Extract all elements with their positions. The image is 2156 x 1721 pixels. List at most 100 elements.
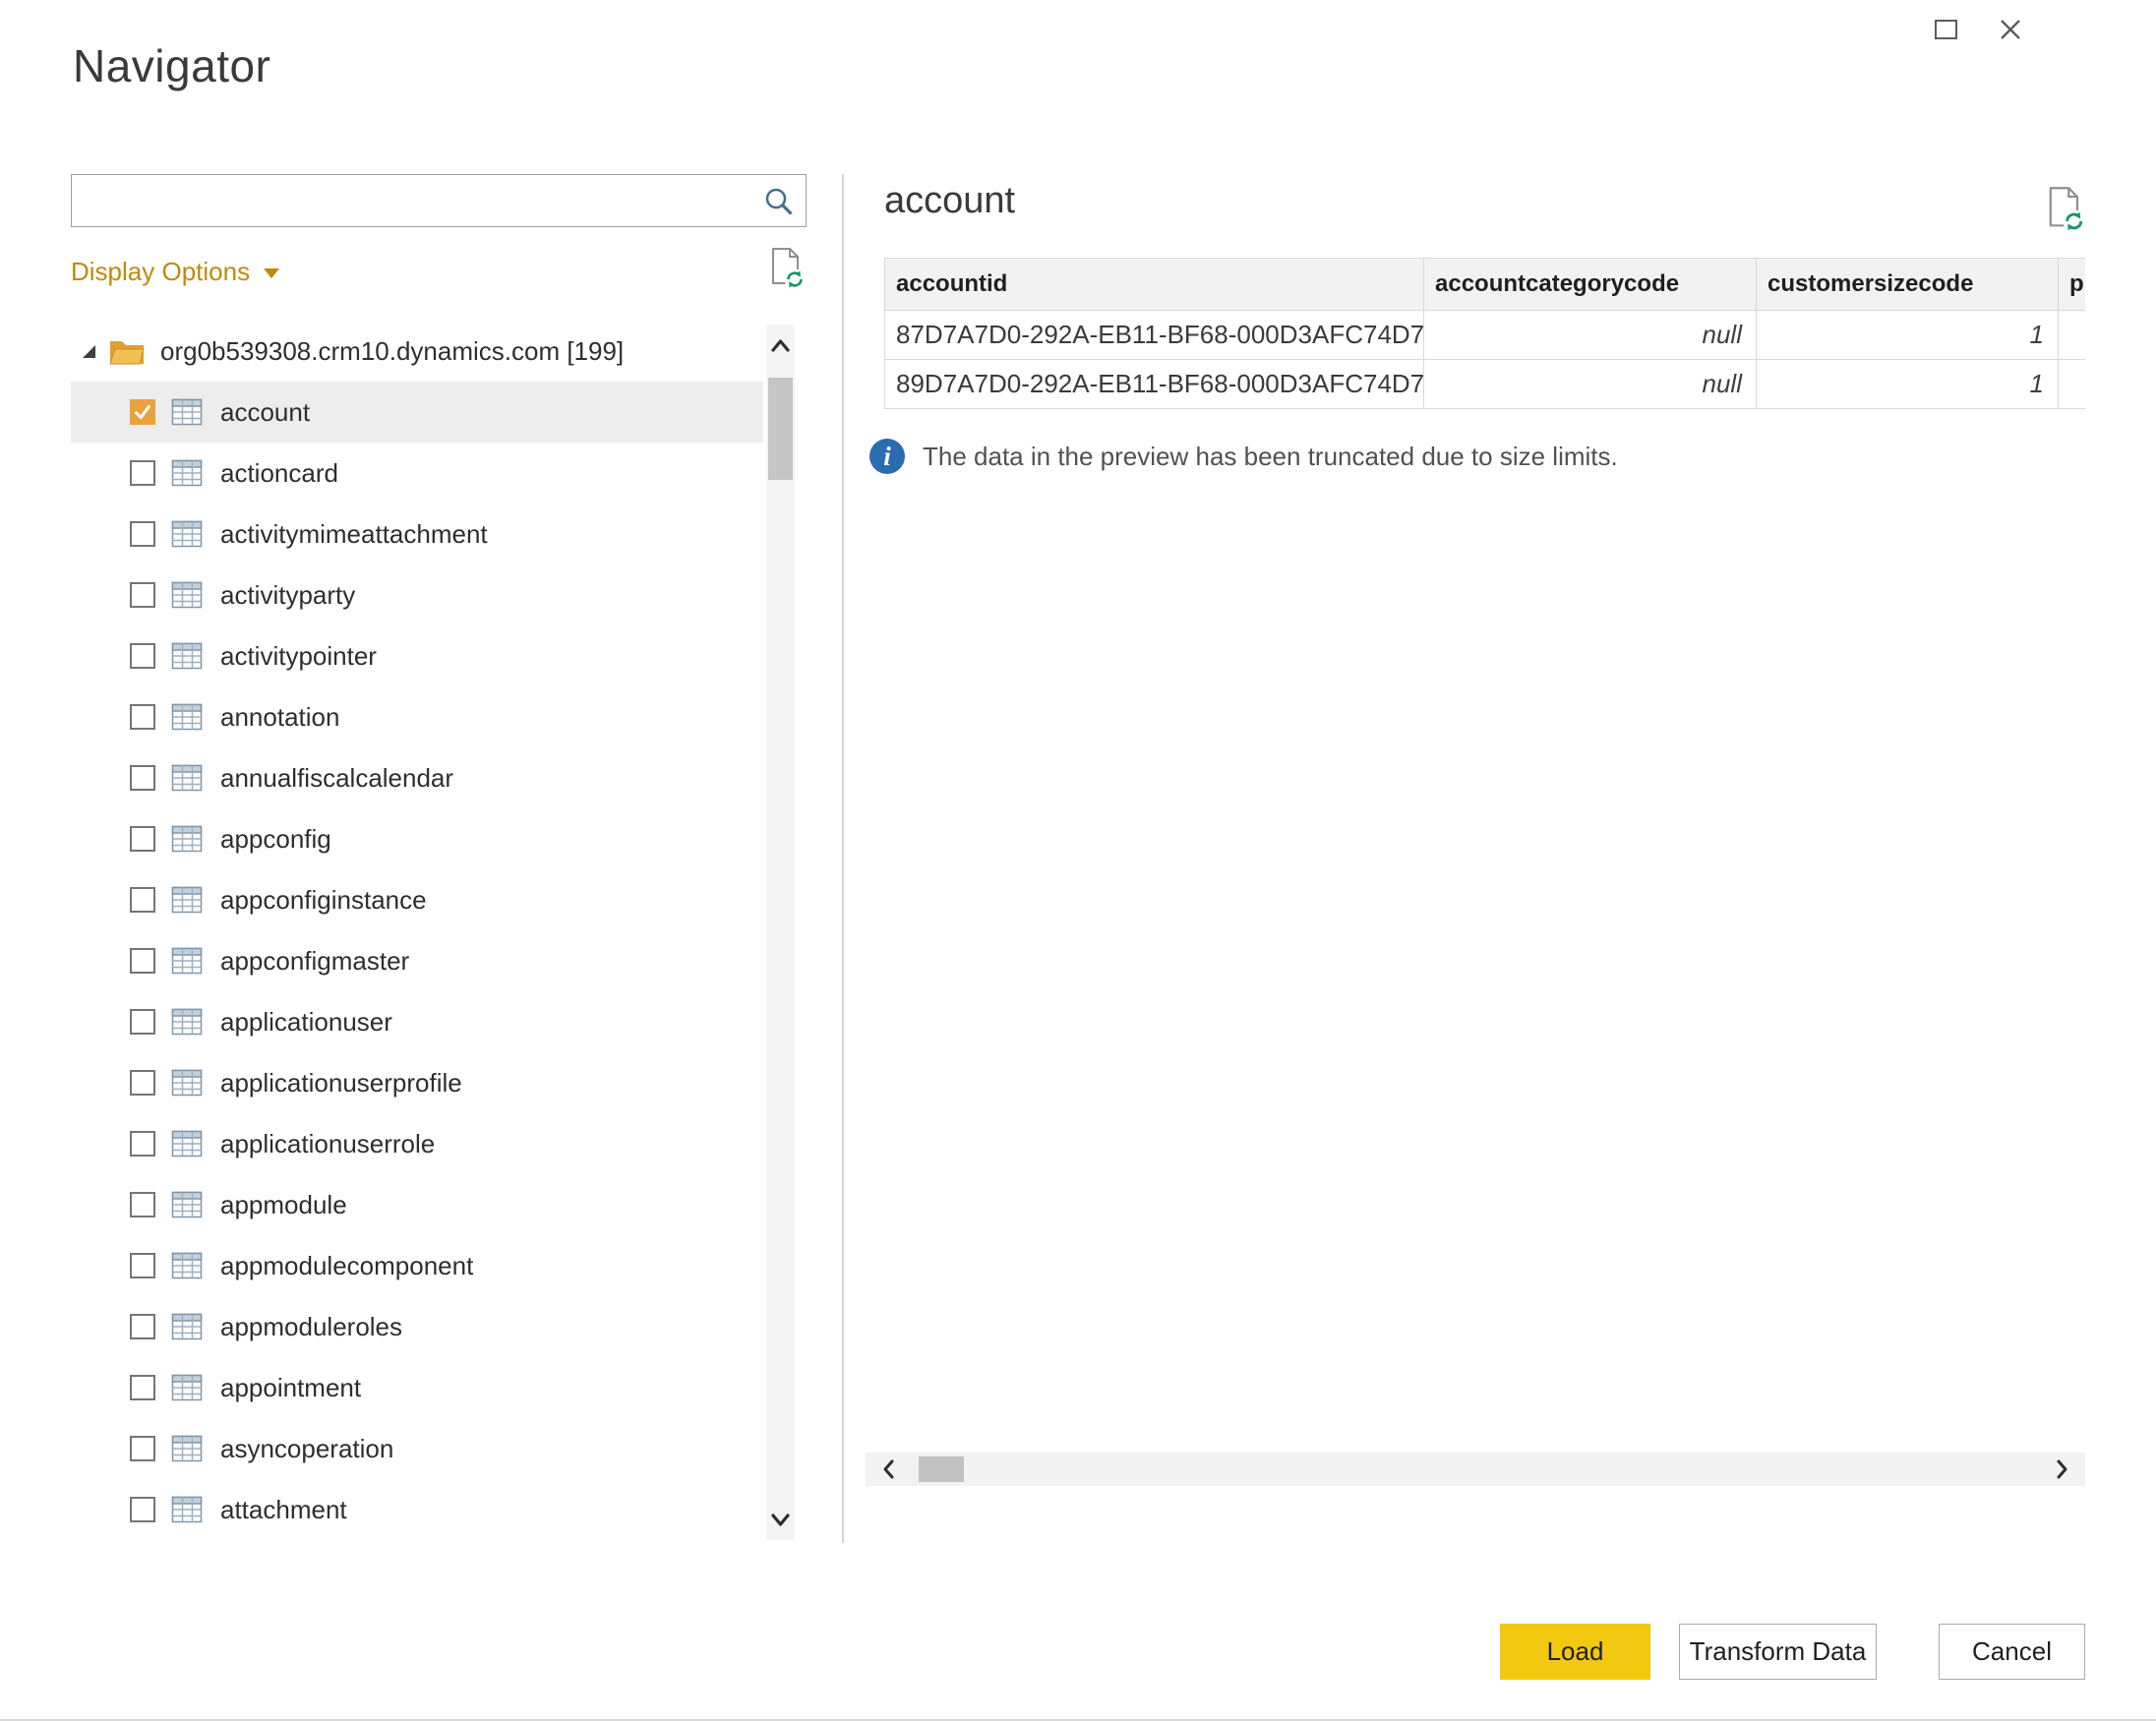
scroll-right-icon[interactable] bbox=[2044, 1453, 2079, 1486]
scroll-up-icon[interactable] bbox=[766, 326, 795, 364]
table-list-item-label: annotation bbox=[220, 701, 340, 732]
cancel-button[interactable]: Cancel bbox=[1939, 1624, 2085, 1680]
page-title: Navigator bbox=[73, 40, 271, 91]
table-list-item-appconfiginstance[interactable]: appconfiginstance bbox=[71, 869, 763, 930]
tree-root-label: org0b539308.crm10.dynamics.com [199] bbox=[160, 335, 625, 366]
table-list-item-applicationuser[interactable]: applicationuser bbox=[71, 991, 763, 1052]
collapse-triangle-icon[interactable] bbox=[83, 344, 95, 358]
table-list-item-label: activitymimeattachment bbox=[220, 518, 488, 549]
table-list-item-label: appmodulecomponent bbox=[220, 1250, 474, 1280]
table-list-item-appconfig[interactable]: appconfig bbox=[71, 808, 763, 869]
table-list-item-appmodule[interactable]: appmodule bbox=[71, 1174, 763, 1235]
refresh-list-button[interactable] bbox=[767, 246, 807, 294]
checkbox-annualfiscalcalendar[interactable] bbox=[130, 765, 155, 791]
scroll-left-icon[interactable] bbox=[871, 1453, 907, 1486]
table-list-item-applicationuserrole[interactable]: applicationuserrole bbox=[71, 1113, 763, 1174]
table-list-item-activityparty[interactable]: activityparty bbox=[71, 564, 763, 625]
table-icon bbox=[171, 398, 203, 426]
table-list-item-appmoduleroles[interactable]: appmoduleroles bbox=[71, 1296, 763, 1357]
tree-root-item[interactable]: org0b539308.crm10.dynamics.com [199] bbox=[71, 321, 763, 382]
refresh-document-icon bbox=[772, 248, 806, 290]
table-icon bbox=[171, 1313, 203, 1340]
preview-header-row: accountid accountcategorycode customersize… bbox=[884, 258, 2085, 311]
search-input[interactable] bbox=[72, 175, 774, 226]
refresh-preview-button[interactable] bbox=[2044, 185, 2087, 237]
table-list-item-annualfiscalcalendar[interactable]: annualfiscalcalendar bbox=[71, 747, 763, 808]
display-options-label: Display Options bbox=[71, 256, 251, 286]
table-list-item-activitypointer[interactable]: activitypointer bbox=[71, 625, 763, 686]
preview-scrollbar[interactable] bbox=[866, 1453, 2085, 1486]
tree-scrollbar-thumb[interactable] bbox=[768, 378, 793, 480]
table-icon bbox=[171, 642, 203, 670]
table-list-item-label: attachment bbox=[220, 1494, 347, 1524]
checkbox-actioncard[interactable] bbox=[130, 460, 155, 486]
refresh-document-icon bbox=[2049, 187, 2086, 233]
table-list-item-label: asyncoperation bbox=[220, 1433, 394, 1463]
table-list-item-label: appconfig bbox=[220, 823, 331, 854]
load-button[interactable]: Load bbox=[1500, 1624, 1650, 1680]
table-list: account actioncard activitymimeattachment a… bbox=[71, 382, 763, 1540]
preview-cell: 1 bbox=[1756, 310, 2059, 360]
table-list-item-label: activityparty bbox=[220, 579, 356, 610]
preview-cell: null bbox=[1423, 359, 1757, 409]
table-list-item-account[interactable]: account bbox=[71, 382, 763, 443]
checkbox-appconfiginstance[interactable] bbox=[130, 887, 155, 913]
checkbox-attachment[interactable] bbox=[130, 1497, 155, 1522]
table-list-item-label: actioncard bbox=[220, 457, 338, 488]
preview-cell: null bbox=[1423, 310, 1757, 360]
preview-row: 87D7A7D0-292A-EB11-BF68-000D3AFC74D7 null… bbox=[884, 310, 2085, 360]
table-icon bbox=[171, 1496, 203, 1523]
close-button[interactable] bbox=[1991, 10, 2030, 49]
table-list-item-appconfigmaster[interactable]: appconfigmaster bbox=[71, 930, 763, 991]
table-icon bbox=[171, 520, 203, 548]
chevron-down-icon bbox=[264, 268, 280, 278]
checkbox-applicationuserprofile[interactable] bbox=[130, 1070, 155, 1096]
table-list-item-applicationuserprofile[interactable]: applicationuserprofile bbox=[71, 1052, 763, 1113]
transform-data-button[interactable]: Transform Data bbox=[1679, 1624, 1877, 1680]
checkbox-appconfigmaster[interactable] bbox=[130, 948, 155, 974]
checkbox-asyncoperation[interactable] bbox=[130, 1436, 155, 1461]
checkbox-appmoduleroles[interactable] bbox=[130, 1314, 155, 1339]
preview-scrollbar-thumb[interactable] bbox=[919, 1456, 964, 1482]
table-list-item-label: activitypointer bbox=[220, 640, 377, 671]
table-list-item-annotation[interactable]: annotation bbox=[71, 686, 763, 747]
preview-column-header-pr: pr bbox=[2058, 258, 2085, 311]
checkbox-appconfig[interactable] bbox=[130, 826, 155, 852]
table-list-item-activitymimeattachment[interactable]: activitymimeattachment bbox=[71, 504, 763, 564]
display-options-dropdown[interactable]: Display Options bbox=[71, 252, 280, 291]
preview-cell: 87D7A7D0-292A-EB11-BF68-000D3AFC74D7 bbox=[884, 310, 1424, 360]
preview-title: account bbox=[884, 180, 1016, 221]
checkbox-annotation[interactable] bbox=[130, 704, 155, 730]
preview-column-header-accountcategorycode: accountcategorycode bbox=[1423, 258, 1757, 311]
table-list-item-appmodulecomponent[interactable]: appmodulecomponent bbox=[71, 1235, 763, 1296]
table-icon bbox=[171, 1252, 203, 1279]
tree-scrollbar[interactable] bbox=[766, 325, 795, 1540]
checkbox-appointment[interactable] bbox=[130, 1375, 155, 1400]
scroll-down-icon[interactable] bbox=[766, 1501, 795, 1538]
table-icon bbox=[171, 764, 203, 792]
checkbox-activitymimeattachment[interactable] bbox=[130, 521, 155, 547]
checkbox-applicationuserrole[interactable] bbox=[130, 1131, 155, 1157]
preview-cell: 89D7A7D0-292A-EB11-BF68-000D3AFC74D7 bbox=[884, 359, 1424, 409]
preview-column-header-accountid: accountid bbox=[884, 258, 1424, 311]
table-list-item-asyncoperation[interactable]: asyncoperation bbox=[71, 1418, 763, 1479]
checkbox-activityparty[interactable] bbox=[130, 582, 155, 608]
checkbox-activitypointer[interactable] bbox=[130, 643, 155, 669]
table-list-item-label: appmoduleroles bbox=[220, 1311, 403, 1341]
checkbox-applicationuser[interactable] bbox=[130, 1009, 155, 1035]
checkbox-appmodulecomponent[interactable] bbox=[130, 1253, 155, 1278]
table-icon bbox=[171, 947, 203, 975]
checkbox-account[interactable] bbox=[130, 399, 155, 425]
truncation-notice: i The data in the preview has been trunc… bbox=[869, 439, 1618, 474]
table-icon bbox=[171, 1191, 203, 1218]
table-list-item-label: appointment bbox=[220, 1372, 362, 1402]
maximize-button[interactable] bbox=[1926, 10, 1965, 49]
table-list-item-label: appconfigmaster bbox=[220, 945, 410, 976]
search-box bbox=[71, 174, 807, 227]
close-icon bbox=[2001, 20, 2020, 39]
table-list-item-appointment[interactable]: appointment bbox=[71, 1357, 763, 1418]
navigation-tree: org0b539308.crm10.dynamics.com [199] acc… bbox=[71, 321, 763, 1540]
table-list-item-actioncard[interactable]: actioncard bbox=[71, 443, 763, 504]
table-list-item-attachment[interactable]: attachment bbox=[71, 1479, 763, 1540]
checkbox-appmodule[interactable] bbox=[130, 1192, 155, 1217]
